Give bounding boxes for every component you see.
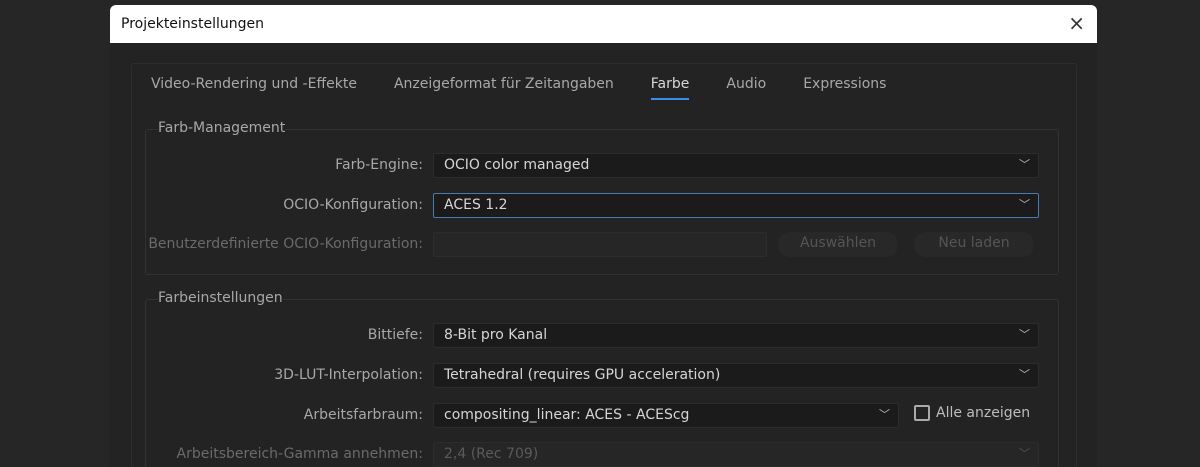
lut-interpolation-select[interactable]: Tetrahedral (requires GPU acceleration) ﹀ [433,363,1039,388]
tab-bar: Video-Rendering und -Effekte Anzeigeform… [151,76,923,100]
color-management-group: Farb-Management Farb-Engine: OCIO color … [145,120,1059,275]
chevron-down-icon: ﹀ [1019,368,1030,381]
reload-button[interactable]: Neu laden [914,232,1034,257]
chevron-down-icon: ﹀ [1019,198,1030,211]
bitdepth-label: Bittiefe: [367,327,423,343]
close-icon[interactable]: × [1068,12,1085,34]
select-value: 8-Bit pro Kanal [444,327,548,343]
select-value: compositing_linear: ACES - ACEScg [444,407,690,423]
select-value: ACES 1.2 [444,197,508,213]
select-value: Tetrahedral (requires GPU acceleration) [444,367,721,383]
group-title: Farbeinstellungen [158,290,283,306]
chevron-down-icon: ﹀ [1019,447,1030,460]
chevron-down-icon: ﹀ [1019,158,1030,171]
chevron-down-icon: ﹀ [1019,328,1030,341]
choose-button[interactable]: Auswählen [778,232,898,257]
settings-panel: Video-Rendering und -Effekte Anzeigeform… [131,63,1077,467]
engine-label: Farb-Engine: [335,157,423,173]
select-value: 2,4 (Rec 709) [444,446,539,462]
dialog-title: Projekteinstellungen [121,16,264,32]
color-settings-group: Farbeinstellungen Bittiefe: 8-Bit pro Ka… [145,290,1059,467]
custom-ocio-input[interactable] [433,232,767,257]
tab-expressions[interactable]: Expressions [803,76,886,100]
title-bar: Projekteinstellungen [110,5,1097,43]
ocio-label: OCIO-Konfiguration: [283,197,423,213]
checkbox-box[interactable] [914,405,930,421]
tab-video-rendering[interactable]: Video-Rendering und -Effekte [151,76,357,100]
project-settings-dialog: Projekteinstellungen × Video-Rendering u… [110,5,1097,467]
chevron-down-icon: ﹀ [879,408,890,421]
custom-ocio-label: Benutzerdefinierte OCIO-Konfiguration: [148,236,423,252]
group-title: Farb-Management [158,120,286,136]
checkbox-label: Alle anzeigen [936,405,1031,421]
color-engine-select[interactable]: OCIO color managed ﹀ [433,153,1039,178]
select-value: OCIO color managed [444,157,590,173]
lut-label: 3D-LUT-Interpolation: [274,367,423,383]
show-all-checkbox[interactable]: Alle anzeigen [914,405,1030,421]
workspace-label: Arbeitsfarbraum: [303,407,423,423]
tab-color[interactable]: Farbe [650,76,690,100]
gamma-select[interactable]: 2,4 (Rec 709) ﹀ [433,442,1039,467]
gamma-label: Arbeitsbereich-Gamma annehmen: [176,446,423,462]
tab-time-display[interactable]: Anzeigeformat für Zeitangaben [394,76,614,100]
working-space-select[interactable]: compositing_linear: ACES - ACEScg ﹀ [433,403,899,428]
tab-audio[interactable]: Audio [726,76,766,100]
ocio-config-select[interactable]: ACES 1.2 ﹀ [433,193,1039,218]
bitdepth-select[interactable]: 8-Bit pro Kanal ﹀ [433,323,1039,348]
